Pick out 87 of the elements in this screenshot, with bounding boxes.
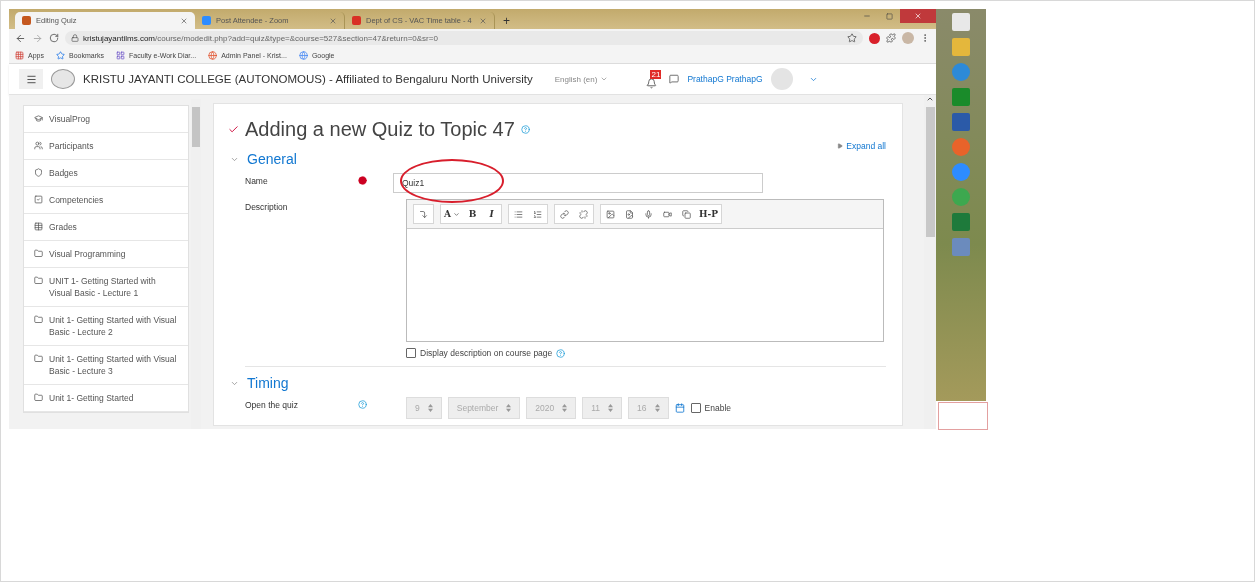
user-avatar <box>770 68 793 90</box>
back-arrow-icon <box>15 32 26 44</box>
section-header[interactable]: General <box>230 151 886 167</box>
sort-arrows-icon <box>654 404 660 412</box>
checkbox-icon <box>34 195 43 204</box>
new-tab-button[interactable]: + <box>495 12 518 29</box>
favicon-icon <box>352 16 361 25</box>
minimize-icon <box>863 12 871 20</box>
people-icon <box>34 141 43 150</box>
close-icon[interactable] <box>180 16 188 25</box>
sidebar-item[interactable]: UNIT 1- Getting Started with Visual Basic - Lecture 1 <box>24 268 188 307</box>
check-icon <box>228 124 239 135</box>
sort-arrows-icon <box>562 404 568 412</box>
description-editor[interactable]: A B I H-P <box>406 199 884 342</box>
forward-button[interactable] <box>32 32 43 44</box>
sort-arrows-icon <box>427 404 433 412</box>
microphone-icon <box>644 209 653 219</box>
maximize-icon <box>885 12 893 20</box>
sort-arrows-icon <box>506 404 512 412</box>
shield-icon <box>34 168 43 177</box>
url-text: kristujayantilms.com/course/modedit.php?add=quiz&type=&course=527&section=47&return=0&sr=0 <box>83 33 438 43</box>
required-icon <box>358 176 367 185</box>
globe-icon <box>298 50 308 60</box>
triangle-icon <box>837 143 844 149</box>
profile-avatar[interactable] <box>902 32 914 44</box>
page-heading: Adding a new Quiz to Topic 47 <box>245 118 515 141</box>
field-label: Open the quiz <box>244 399 299 410</box>
grid-icon <box>116 50 125 60</box>
college-logo-icon <box>51 69 75 89</box>
help-icon[interactable] <box>520 125 530 134</box>
link-icon <box>560 209 569 219</box>
sidebar-item[interactable]: Participants <box>24 133 188 160</box>
menu-icon <box>25 73 37 85</box>
apps-grid-icon <box>15 50 24 60</box>
lock-icon <box>71 34 79 42</box>
bell-icon <box>646 77 658 89</box>
globe-icon <box>208 50 218 60</box>
site-title: KRISTU JAYANTI COLLEGE (AUTONOMOUS) - Affiliated to Bengaluru North University <box>83 73 533 85</box>
unlink-icon <box>579 209 588 219</box>
sort-arrows-icon <box>608 404 614 412</box>
field-label: Name <box>244 175 269 186</box>
bullet-list-icon <box>514 209 523 219</box>
sidebar-item[interactable]: Unit 1- Getting Started with Visual Basic - Lecture 3 <box>24 346 188 385</box>
caret-icon <box>453 210 460 218</box>
notification-button[interactable]: 21 <box>646 69 662 89</box>
language-menu[interactable]: English (en) <box>554 74 609 84</box>
calendar-icon[interactable] <box>674 403 685 413</box>
caret-icon <box>600 75 609 83</box>
help-icon[interactable] <box>358 400 367 409</box>
sidebar-item[interactable]: VisualProg <box>24 106 188 133</box>
field-label: Description <box>244 201 289 212</box>
sidebar-item[interactable]: Unit 1- Getting Started <box>24 385 188 412</box>
star-icon[interactable] <box>847 33 857 43</box>
close-icon[interactable] <box>329 16 337 25</box>
table-icon <box>34 222 43 231</box>
close-icon[interactable] <box>479 16 487 25</box>
puzzle-icon[interactable] <box>886 33 896 43</box>
menu-button[interactable] <box>19 69 43 89</box>
graduation-cap-icon <box>34 114 43 123</box>
window-thumbnail <box>938 402 988 430</box>
name-input[interactable]: Quiz1 <box>393 173 763 193</box>
numbered-list-icon <box>533 209 542 219</box>
help-icon[interactable] <box>556 348 566 358</box>
sidebar-item[interactable]: Visual Programming <box>24 241 188 268</box>
expand-all-link[interactable]: Expand all <box>837 141 886 151</box>
reload-button[interactable] <box>49 33 59 43</box>
close-button[interactable] <box>900 9 936 23</box>
notification-count: 21 <box>650 69 662 79</box>
address-bar[interactable]: kristujayantilms.com/course/modedit.php?add=quiz&type=&course=527&section=47&return=0&sr=0 <box>65 31 863 45</box>
user-menu[interactable]: PrathapG PrathapG <box>687 74 763 84</box>
sidebar-item[interactable]: Grades <box>24 214 188 241</box>
star-icon <box>55 50 65 60</box>
reload-icon <box>49 33 59 43</box>
forward-arrow-icon <box>32 32 43 44</box>
display-description-checkbox[interactable]: Display description on course page <box>406 348 886 358</box>
files-icon <box>682 209 691 219</box>
arrow-down-icon <box>419 209 428 219</box>
messages-icon[interactable] <box>669 74 680 84</box>
favicon-icon <box>22 16 31 25</box>
image-icon <box>606 209 615 219</box>
sidebar-item[interactable]: Badges <box>24 160 188 187</box>
sidebar-item[interactable]: Unit 1- Getting Started with Visual Basic - Lecture 2 <box>24 307 188 346</box>
favicon-icon <box>202 16 211 25</box>
close-icon <box>914 12 922 20</box>
back-button[interactable] <box>15 32 26 44</box>
sidebar-item[interactable]: Competencies <box>24 187 188 214</box>
media-file-icon <box>625 209 634 219</box>
